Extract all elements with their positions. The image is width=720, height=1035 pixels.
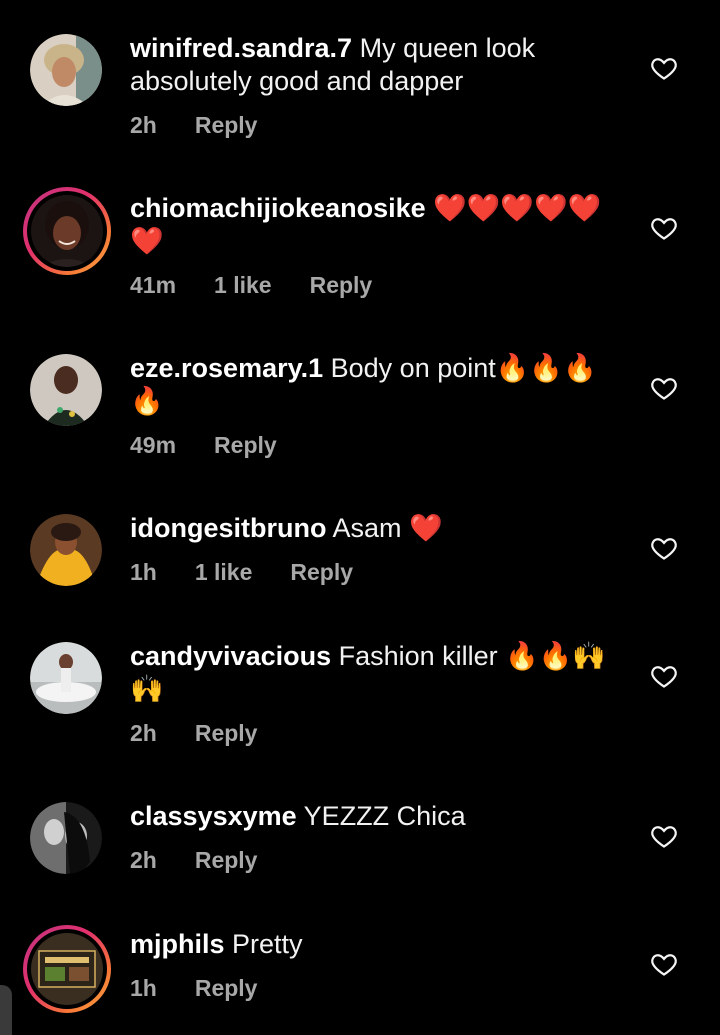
scroll-handle[interactable] [0,985,12,1035]
comment-text: winifred.sandra.7 My queen look absolute… [130,32,620,98]
avatar[interactable] [30,514,108,592]
comment-username[interactable]: mjphils [130,929,225,959]
comment-body: Asam ❤️ [326,513,443,543]
comment-text: chiomachijiokeanosike ❤️❤️❤️❤️❤️❤️ [130,192,620,258]
comment-username[interactable]: winifred.sandra.7 [130,33,352,63]
comment-text: candyvivacious Fashion killer 🔥🔥🙌🙌 [130,640,620,706]
comment-username[interactable]: idongesitbruno [130,513,326,543]
heart-outline-icon[interactable] [650,822,678,850]
avatar[interactable] [30,34,108,112]
reply-button[interactable]: Reply [195,847,258,874]
avatar[interactable] [30,642,108,720]
comment-time: 2h [130,720,157,746]
comment-text: eze.rosemary.1 Body on point🔥🔥🔥🔥 [130,352,620,418]
heart-outline-icon[interactable] [650,54,678,82]
comment-body: Pretty [224,929,303,959]
reply-button[interactable]: Reply [195,720,258,747]
avatar-photo [30,802,102,874]
comment-username[interactable]: chiomachijiokeanosike [130,193,426,223]
comment-time: 41m [130,272,177,298]
reply-button[interactable]: Reply [290,559,353,586]
avatar-photo [30,354,102,426]
comment-text: classysxyme YEZZZ Chica [130,800,620,833]
comment-username[interactable]: candyvivacious [130,641,331,671]
comment-text: mjphils Pretty [130,928,620,961]
comment-meta: 1h Reply [130,975,295,1002]
heart-outline-icon[interactable] [650,534,678,562]
comment-body: YEZZZ Chica [296,801,466,831]
avatar[interactable] [30,802,108,880]
heart-outline-icon[interactable] [650,662,678,690]
avatar-photo [30,642,102,714]
comment-time: 2h [130,112,157,138]
heart-outline-icon[interactable] [650,214,678,242]
heart-outline-icon[interactable] [650,374,678,402]
avatar[interactable] [23,187,111,275]
reply-button[interactable]: Reply [195,975,258,1002]
avatar-photo [30,34,102,106]
comment-time: 1h [130,975,157,1001]
comment-username[interactable]: classysxyme [130,801,297,831]
comment-time: 49m [130,432,177,458]
reply-button[interactable]: Reply [310,272,373,299]
avatar-photo [31,933,103,1005]
like-count[interactable]: 1 like [214,272,272,299]
comment-meta: 49m Reply [130,432,315,459]
reply-button[interactable]: Reply [214,432,277,459]
comment-meta: 2h Reply [130,847,295,874]
comment-time: 2h [130,847,157,873]
comment-meta: 1h 1 like Reply [130,559,391,586]
comment-meta: 41m 1 like Reply [130,272,410,299]
comment-text: idongesitbruno Asam ❤️ [130,512,620,545]
comment-time: 1h [130,559,157,585]
comment-meta: 2h Reply [130,112,295,139]
avatar-photo [31,195,103,267]
reply-button[interactable]: Reply [195,112,258,139]
heart-outline-icon[interactable] [650,950,678,978]
comment-meta: 2h Reply [130,720,295,747]
comment-username[interactable]: eze.rosemary.1 [130,353,323,383]
avatar[interactable] [23,925,111,1013]
avatar[interactable] [30,354,108,432]
avatar-photo [30,514,102,586]
like-count[interactable]: 1 like [195,559,253,586]
